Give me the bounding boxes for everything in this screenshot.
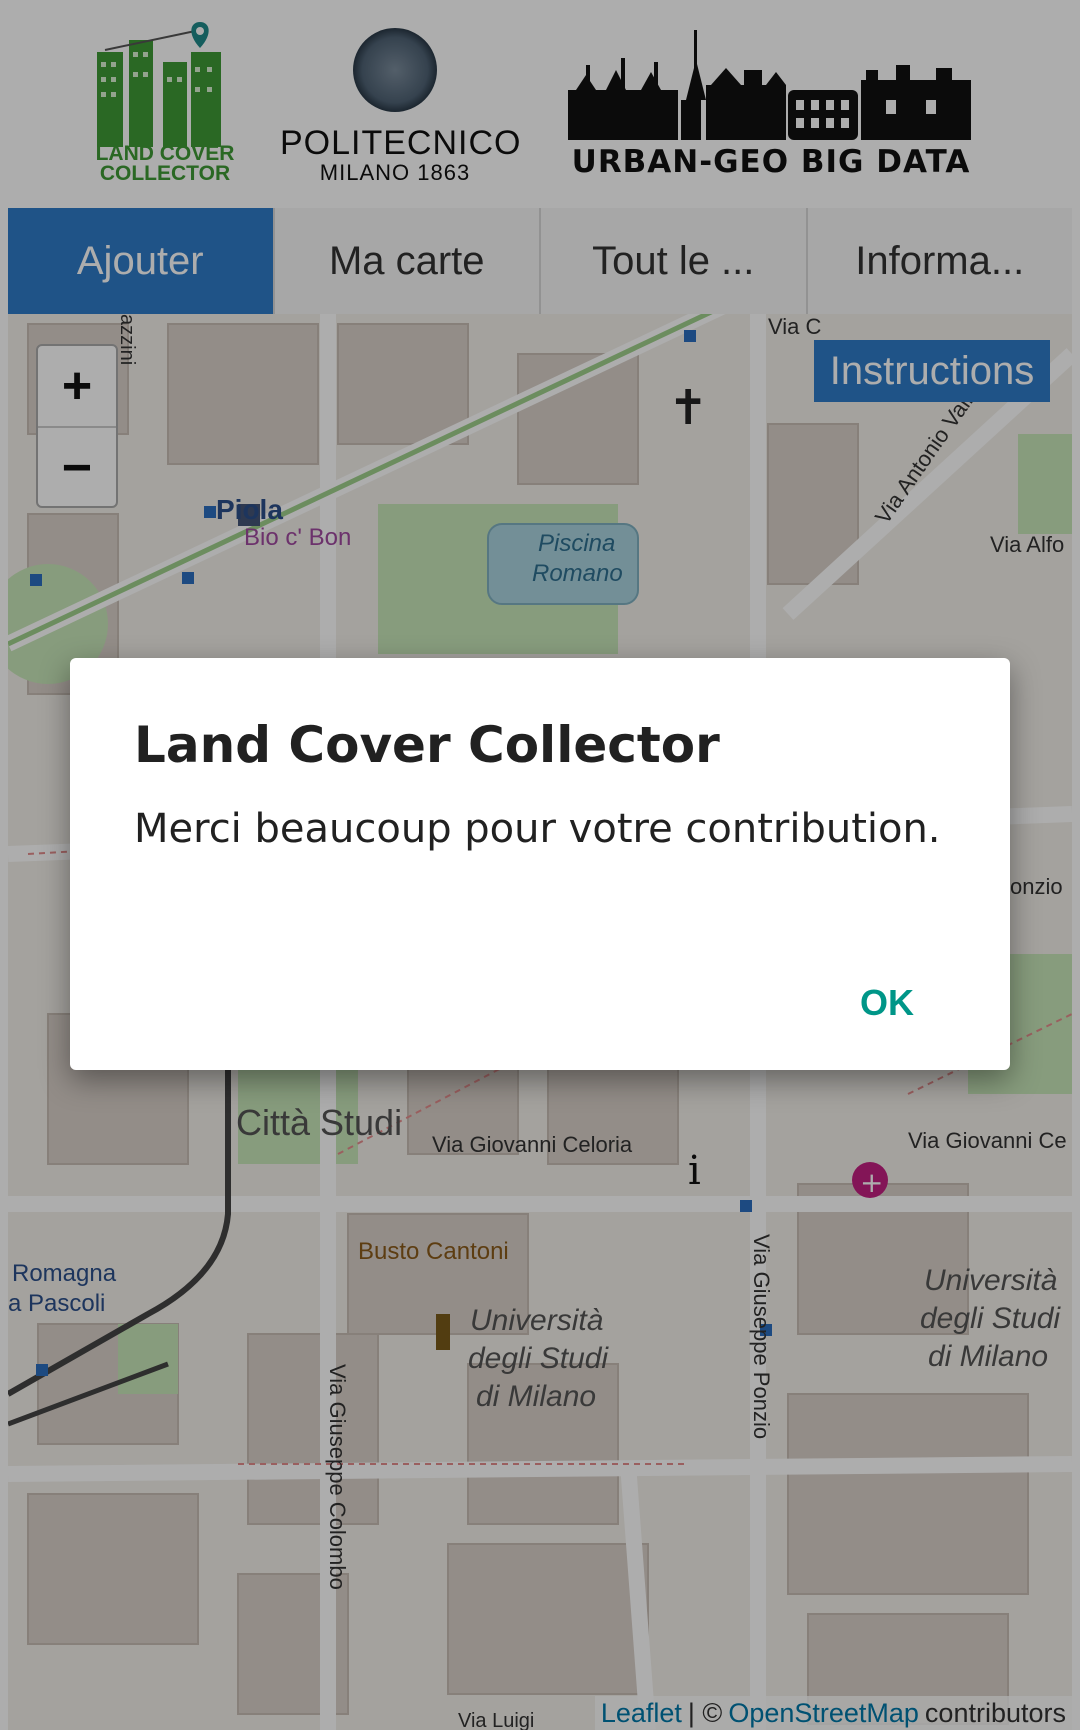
contribution-dialog: Land Cover Collector Merci beaucoup pour… [70, 658, 1010, 1070]
ok-button[interactable]: OK [850, 976, 924, 1030]
dialog-message: Merci beaucoup pour votre contribution. [134, 806, 941, 852]
dialog-title: Land Cover Collector [134, 716, 720, 774]
